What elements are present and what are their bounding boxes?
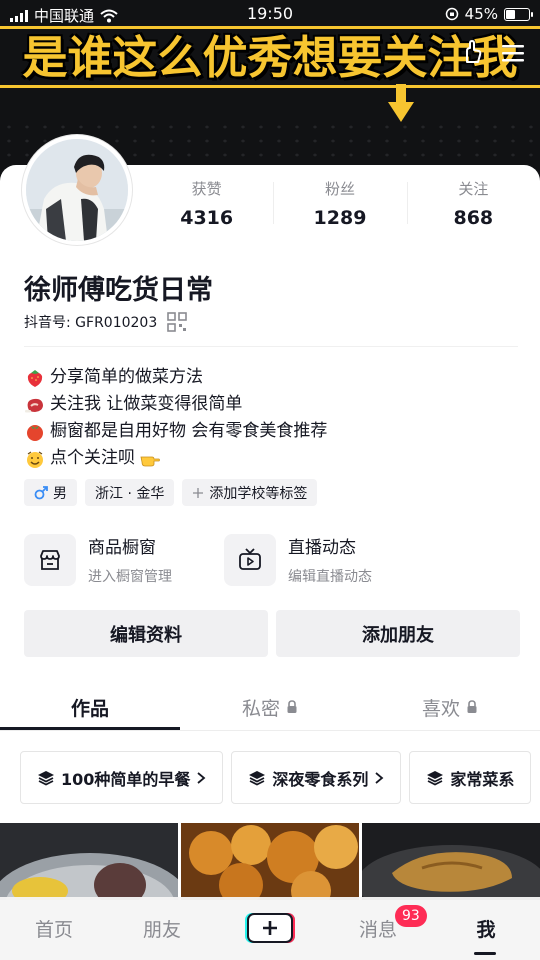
bio-text: 关注我 让做菜变得很简单 bbox=[50, 394, 243, 414]
layers-icon bbox=[249, 770, 266, 786]
douyin-id: 抖音号: GFR010203 bbox=[24, 315, 158, 331]
bio-text: 分享简单的做菜方法 bbox=[50, 367, 203, 387]
profile-tags: 男 浙江 · 金华 添加学校等标签 bbox=[24, 479, 318, 506]
collection-chip[interactable]: 100种简单的早餐 bbox=[20, 751, 224, 804]
divider bbox=[24, 346, 518, 347]
nav-friends[interactable]: 朋友 bbox=[108, 897, 216, 960]
tag-location[interactable]: 浙江 · 金华 bbox=[85, 479, 175, 506]
battery-icon bbox=[504, 7, 533, 21]
chevron-right-icon bbox=[197, 771, 206, 784]
plus-icon bbox=[193, 487, 204, 498]
tag-text: 添加学校等标签 bbox=[209, 485, 308, 502]
collection-chip[interactable]: 深夜零食系列 bbox=[231, 751, 402, 804]
entry-subtitle: 编辑直播动态 bbox=[288, 569, 372, 585]
status-bar: 中国联通 19:50 45% bbox=[0, 0, 540, 28]
add-tag-button[interactable]: 添加学校等标签 bbox=[182, 479, 318, 506]
thumbnail-image bbox=[362, 823, 540, 900]
layers-icon bbox=[427, 770, 444, 786]
collection-label: 深夜零食系列 bbox=[272, 769, 369, 789]
qr-code-icon[interactable] bbox=[167, 312, 188, 332]
shop-window-icon bbox=[40, 549, 60, 570]
bio-line: 点个关注呗 bbox=[24, 445, 327, 472]
entry-live[interactable]: 直播动态 编辑直播动态 bbox=[224, 533, 424, 586]
entry-shop-window[interactable]: 商品橱窗 进入橱窗管理 bbox=[24, 533, 224, 586]
visitor-icon[interactable] bbox=[458, 40, 484, 66]
battery-percent: 45% bbox=[464, 5, 498, 23]
stat-following[interactable]: 关注 868 bbox=[406, 178, 540, 238]
stat-label: 获赞 bbox=[191, 180, 222, 198]
active-nav-indicator bbox=[474, 952, 496, 955]
chevron-right-icon bbox=[375, 771, 384, 784]
thumbnail-image bbox=[0, 823, 178, 900]
add-friend-button[interactable]: 添加朋友 bbox=[276, 610, 520, 657]
tab-private[interactable]: 私密 bbox=[180, 685, 360, 729]
orientation-lock-icon bbox=[445, 7, 458, 21]
smiling-face-icon bbox=[27, 451, 43, 468]
edit-profile-button[interactable]: 编辑资料 bbox=[24, 610, 268, 657]
douyin-id-row[interactable]: 抖音号: GFR010203 bbox=[24, 312, 188, 332]
stat-label: 关注 bbox=[458, 180, 489, 198]
nav-me[interactable]: 我 bbox=[432, 897, 540, 960]
bio-line: 分享简单的做菜方法 bbox=[24, 364, 327, 391]
tab-likes[interactable]: 喜欢 bbox=[360, 685, 540, 729]
tab-works[interactable]: 作品 bbox=[0, 685, 180, 729]
content-tabs: 作品 私密 喜欢 bbox=[0, 685, 540, 729]
video-thumbnail[interactable] bbox=[362, 823, 540, 900]
tab-label: 私密 bbox=[241, 697, 280, 720]
video-thumbnail[interactable] bbox=[181, 823, 359, 900]
stat-value: 1289 bbox=[313, 207, 367, 229]
message-badge: 93 bbox=[395, 905, 427, 927]
nickname[interactable]: 徐师傅吃货日常 bbox=[24, 268, 213, 307]
stat-likes[interactable]: 获赞 4316 bbox=[140, 178, 273, 238]
profile-actions: 编辑资料 添加朋友 bbox=[24, 610, 520, 657]
male-icon bbox=[34, 485, 48, 499]
video-grid bbox=[0, 823, 540, 900]
lock-icon bbox=[287, 700, 297, 713]
divider bbox=[0, 730, 540, 731]
profile-stats: 获赞 4316 粉丝 1289 关注 868 bbox=[140, 178, 540, 238]
down-arrow-icon bbox=[388, 84, 414, 122]
bio[interactable]: 分享简单的做菜方法 关注我 让做菜变得很简单 橱窗都是自用好物 会有零食美食推荐… bbox=[24, 364, 327, 472]
entry-title: 商品橱窗 bbox=[88, 538, 156, 558]
tag-gender[interactable]: 男 bbox=[24, 479, 77, 506]
lock-icon bbox=[467, 700, 477, 713]
collection-chip[interactable]: 家常菜系 bbox=[409, 751, 532, 804]
tag-text: 男 bbox=[53, 485, 67, 502]
tab-label: 作品 bbox=[70, 697, 109, 720]
collection-label: 家常菜系 bbox=[450, 769, 515, 789]
nav-home[interactable]: 首页 bbox=[0, 897, 108, 960]
tag-text: 浙江 · 金华 bbox=[95, 485, 165, 502]
create-button[interactable] bbox=[244, 912, 296, 944]
bio-text: 橱窗都是自用好物 会有零食美食推荐 bbox=[50, 421, 328, 441]
pointing-hand-icon bbox=[140, 456, 160, 466]
strawberry-icon bbox=[27, 369, 43, 387]
stat-value: 4316 bbox=[180, 207, 234, 229]
stat-label: 粉丝 bbox=[324, 180, 355, 198]
stat-followers[interactable]: 粉丝 1289 bbox=[273, 178, 406, 238]
avatar[interactable] bbox=[22, 135, 132, 245]
meat-icon bbox=[25, 398, 43, 412]
video-thumbnail[interactable] bbox=[0, 823, 178, 900]
tomato-icon bbox=[27, 424, 43, 441]
tab-label: 喜欢 bbox=[421, 697, 460, 720]
collections-row: 100种简单的早餐 深夜零食系列 家常菜系 bbox=[20, 751, 532, 804]
bio-line: 关注我 让做菜变得很简单 bbox=[24, 391, 327, 418]
layers-icon bbox=[38, 770, 54, 786]
bio-text: 点个关注呗 bbox=[50, 448, 135, 468]
entry-title: 直播动态 bbox=[288, 538, 356, 558]
live-tv-icon bbox=[239, 547, 261, 570]
stat-value: 868 bbox=[453, 207, 494, 229]
menu-icon[interactable] bbox=[500, 40, 526, 66]
thumbnail-image bbox=[181, 823, 359, 900]
entry-subtitle: 进入橱窗管理 bbox=[88, 569, 172, 585]
bio-line: 橱窗都是自用好物 会有零食美食推荐 bbox=[24, 418, 327, 445]
collection-label: 100种简单的早餐 bbox=[61, 769, 191, 789]
avatar-image bbox=[26, 139, 128, 241]
service-entries: 商品橱窗 进入橱窗管理 直播动态 编辑直播动态 bbox=[24, 533, 524, 586]
